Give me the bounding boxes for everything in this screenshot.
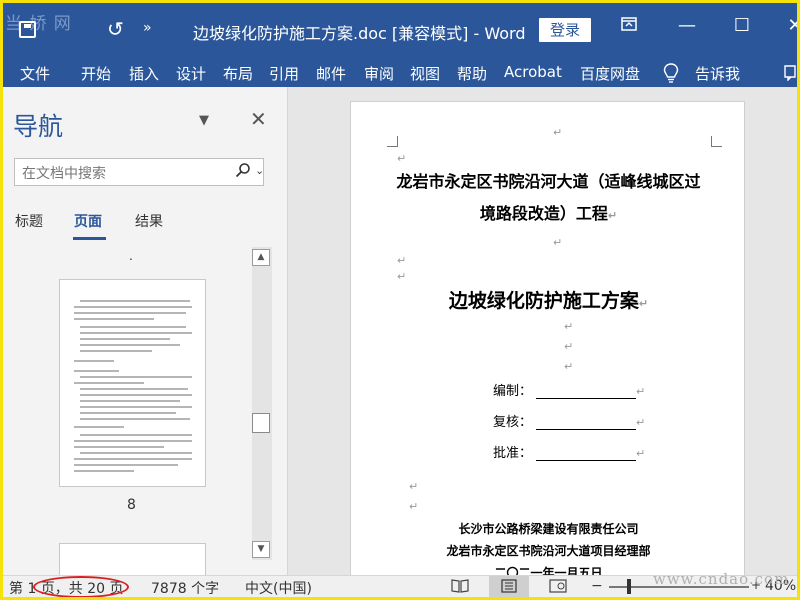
close-window-icon[interactable]: ✕ [783,15,797,36]
document-page[interactable]: ↵ ↵ 龙岩市永定区书院沿河大道（适峰线城区过 境路段改造）工程↵ ↵ ↵ ↵ … [350,101,745,581]
paragraph-mark: ↵ [409,500,419,513]
approve-field: 批准： ↵ [493,446,646,461]
thumbnail-dot: . [129,249,133,263]
page-thumbnail[interactable] [59,279,206,487]
word-window: 当 娇 网 ↺ » 边坡绿化防护施工方案.doc [兼容模式] - Word 登… [0,0,800,600]
tab-design[interactable]: 设计 [176,63,206,84]
tab-home[interactable]: 开始 [81,63,111,84]
nav-pane-title: 导航 [13,112,64,141]
nav-tab-results[interactable]: 结果 [135,211,163,231]
web-layout-icon[interactable] [549,579,567,593]
language-status[interactable]: 中文(中国) [245,578,312,597]
search-placeholder: 在文档中搜索 [22,166,106,182]
share-icon[interactable] [783,63,797,85]
tab-review[interactable]: 审阅 [364,63,394,84]
compile-field: 编制： ↵ [493,384,646,399]
lightbulb-icon[interactable] [663,63,679,87]
active-tab-indicator [73,237,106,240]
paragraph-mark: ↵ [553,236,563,249]
search-options-chevron-icon[interactable]: ⌄ [255,164,264,177]
company-name-1: 长沙市公路桥梁建设有限责任公司 [458,522,639,536]
ribbon-display-options-icon[interactable] [617,15,641,36]
company-name-2: 龙岩市永定区书院沿河大道项目经理部 [446,544,651,558]
login-button[interactable]: 登录 [539,18,591,42]
maximize-icon[interactable]: ☐ [730,15,754,36]
nav-close-icon[interactable]: ✕ [250,107,267,131]
paragraph-mark: ↵ [397,254,407,267]
save-icon[interactable] [19,21,36,38]
tab-view[interactable]: 视图 [410,63,440,84]
minimize-icon[interactable]: — [675,15,699,36]
crop-mark [711,136,722,147]
tab-file[interactable]: 文件 [20,63,50,84]
tab-layout[interactable]: 布局 [223,63,253,84]
crop-mark [387,136,398,147]
document-canvas: ↵ ↵ 龙岩市永定区书院沿河大道（适峰线城区过 境路段改造）工程↵ ↵ ↵ ↵ … [288,87,797,581]
zoom-slider-handle[interactable] [627,579,631,594]
tab-references[interactable]: 引用 [269,63,299,84]
annotation-ellipse [33,576,129,597]
nav-options-dropdown-icon[interactable]: ▼ [199,113,209,128]
paragraph-mark: ↵ [564,360,574,373]
zoom-out-button[interactable]: − [591,578,603,594]
ribbon-tabs: 文件 开始 插入 设计 布局 引用 邮件 审阅 视图 帮助 Acrobat 百度… [3,57,797,87]
nav-tab-headings[interactable]: 标题 [15,211,43,231]
paragraph-mark: ↵ [553,126,563,139]
site-watermark: 当 娇 网 [5,14,72,34]
customize-quick-access-icon[interactable]: » [143,20,152,36]
tab-insert[interactable]: 插入 [129,63,159,84]
search-input[interactable]: 在文档中搜索 ⌄ [14,158,264,186]
tab-help[interactable]: 帮助 [457,63,487,84]
nav-tab-pages[interactable]: 页面 [74,211,102,231]
scrollbar-thumb[interactable] [252,413,270,433]
navigation-pane: 导航 ▼ ✕ 在文档中搜索 ⌄ 标题 页面 结果 . 8 ▲ ▼ [3,87,288,583]
read-mode-icon[interactable] [451,579,469,593]
scroll-up-arrow-icon[interactable]: ▲ [252,249,270,266]
paragraph-mark: ↵ [409,480,419,493]
review-field: 复核： ↵ [493,415,646,430]
scroll-down-arrow-icon[interactable]: ▼ [252,541,270,558]
paragraph-mark: ↵ [397,152,407,165]
search-icon[interactable] [235,162,251,182]
word-count-status[interactable]: 7878 个字 [151,578,219,597]
print-layout-icon[interactable] [500,579,518,593]
paragraph-mark: ↵ [397,270,407,283]
project-title-line1: 龙岩市永定区书院沿河大道（适峰线城区过 [396,172,701,191]
nav-scrollbar[interactable]: ▲ ▼ [252,247,272,560]
tab-mailings[interactable]: 邮件 [316,63,346,84]
title-bar: 当 娇 网 ↺ » 边坡绿化防护施工方案.doc [兼容模式] - Word 登… [3,3,797,57]
tell-me-search[interactable]: 告诉我 [695,63,740,84]
site-watermark-bottom: www.cndao.com [653,570,790,588]
paragraph-mark: ↵ [564,340,574,353]
undo-icon[interactable]: ↺ [107,17,124,41]
page-thumbnail-number: 8 [127,497,136,513]
tab-baidu-netdisk[interactable]: 百度网盘 [580,63,640,84]
page-thumbnails-list: . 8 [3,247,251,583]
tab-acrobat[interactable]: Acrobat [504,63,562,81]
document-title: 边坡绿化防护施工方案.doc [兼容模式] - Word [193,24,526,43]
paragraph-mark: ↵ [564,320,574,333]
project-title-line2: 境路段改造）工程↵ [479,204,618,223]
document-main-title: 边坡绿化防护施工方案↵ [448,290,649,312]
